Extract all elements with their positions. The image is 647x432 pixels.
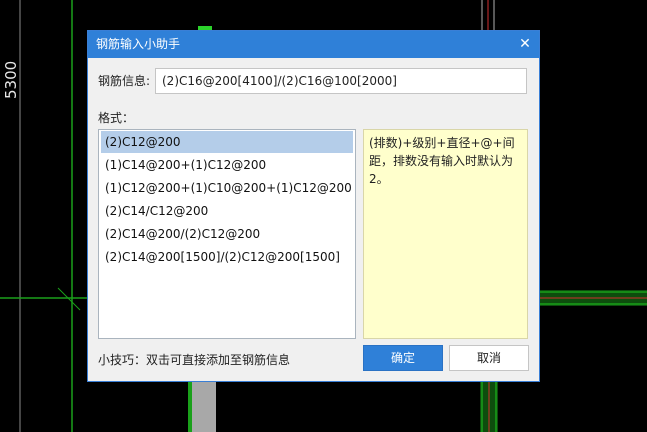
close-icon[interactable]: ✕ xyxy=(517,36,533,52)
cad-column xyxy=(192,382,216,432)
cad-line xyxy=(57,287,81,311)
rebar-info-label: 钢筋信息: xyxy=(98,74,151,88)
dialog-titlebar[interactable]: 钢筋输入小助手 ✕ xyxy=(88,31,539,58)
format-list-item[interactable]: (2)C14@200/(2)C12@200 xyxy=(101,223,353,245)
format-list-item[interactable]: (1)C12@200+(1)C10@200+(1)C12@200 xyxy=(101,177,353,199)
format-list-item[interactable]: (2)C12@200 xyxy=(101,131,353,153)
cad-column-edge xyxy=(188,382,192,432)
format-list-item[interactable]: (2)C14@200[1500]/(2)C12@200[1500] xyxy=(101,246,353,268)
cancel-button[interactable]: 取消 xyxy=(449,345,529,371)
dimension-label: 5300 xyxy=(2,60,20,99)
format-hint-box: (排数)+级别+直径+@+间距，排数没有输入时默认为2。 xyxy=(363,129,528,339)
format-list-item[interactable]: (1)C14@200+(1)C12@200 xyxy=(101,154,353,176)
format-label: 格式： xyxy=(98,111,135,125)
rebar-info-input[interactable]: (2)C16@200[4100]/(2)C16@100[2000] xyxy=(155,68,527,94)
ok-button[interactable]: 确定 xyxy=(363,345,443,371)
format-list[interactable]: (2)C12@200 (1)C14@200+(1)C12@200 (1)C12@… xyxy=(98,129,356,339)
format-list-item[interactable]: (2)C14/C12@200 xyxy=(101,200,353,222)
rebar-input-dialog: 钢筋输入小助手 ✕ 钢筋信息: (2)C16@200[4100]/(2)C16@… xyxy=(87,30,540,382)
dialog-title: 钢筋输入小助手 xyxy=(96,37,181,51)
tip-text: 小技巧：双击可直接添加至钢筋信息 xyxy=(98,353,291,367)
